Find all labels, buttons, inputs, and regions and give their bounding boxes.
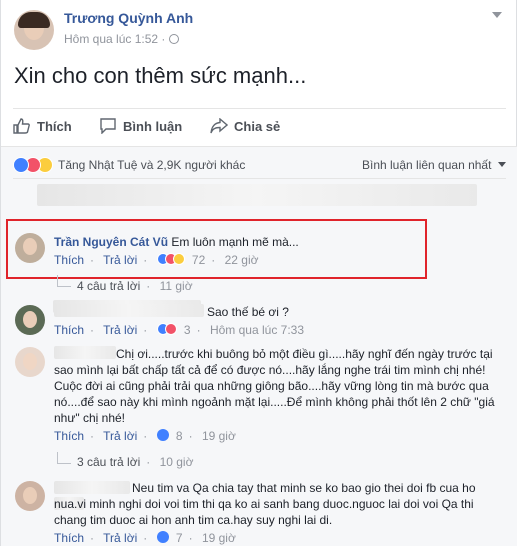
blurred-name — [54, 346, 116, 359]
blurred-name — [54, 304, 204, 317]
post-text: Xin cho con thêm sức mạnh... — [14, 63, 307, 88]
comment-time[interactable]: 19 giờ — [202, 531, 236, 545]
comment-line: sao mình lại bất chấp tất cả để có được … — [54, 363, 486, 377]
view-replies-link[interactable]: 4 câu trả lời · 11 giờ — [77, 279, 199, 293]
post-author[interactable]: Trương Quỳnh Anh — [64, 10, 193, 26]
comment-text: Em luôn mạnh mẽ mà... — [171, 235, 299, 249]
reaction-count[interactable]: 3 — [184, 323, 191, 337]
blurred-name — [54, 481, 130, 494]
comment-line: Chị ơi.....trước khi buông bỏ một điều g… — [116, 347, 493, 361]
comment-time[interactable]: Hôm qua lúc 7:33 — [210, 323, 304, 337]
comment-meta: Thích · Trả lời · 72 · 22 giờ — [54, 253, 259, 267]
comment-reply-link[interactable]: Trả lời — [103, 323, 137, 337]
chevron-down-icon[interactable] — [492, 12, 502, 18]
comment-line: nua.vi minh nghi doi voi tim thi qa ko a… — [54, 497, 474, 511]
comment-reply-link[interactable]: Trả lời — [103, 531, 137, 545]
post-timestamp[interactable]: Hôm qua lúc 1:52 · — [64, 32, 179, 46]
commenter-avatar[interactable] — [15, 347, 45, 377]
comment-like-link[interactable]: Thích — [54, 429, 84, 443]
comment-time[interactable]: 19 giờ — [202, 429, 236, 443]
blurred-comment — [37, 184, 477, 206]
reaction-count[interactable]: 8 — [176, 429, 183, 443]
time-separator: · — [161, 32, 166, 46]
reply-connector — [57, 275, 71, 287]
comment-author[interactable]: Trần Nguyên Cát Vũ — [54, 235, 168, 249]
comment-line: chang tim duoc ai hon anh tim ca.hay suy… — [54, 513, 333, 527]
replies-count: 4 câu trả lời — [77, 279, 141, 293]
view-replies-link[interactable]: 3 câu trả lời · 10 giờ — [77, 455, 199, 469]
reaction-count[interactable]: 72 — [192, 253, 205, 267]
thumbs-up-icon — [13, 118, 31, 134]
love-reaction-icon — [164, 323, 177, 335]
reaction-count[interactable]: 7 — [176, 531, 183, 545]
commenter-avatar[interactable] — [15, 481, 45, 511]
comment-reactions[interactable] — [156, 323, 179, 335]
comment-text: Sao thế bé ơi ? — [207, 305, 289, 319]
replies-count: 3 câu trả lời — [77, 455, 141, 469]
share-label: Chia sẻ — [234, 119, 281, 134]
reply-connector — [57, 452, 71, 464]
comment-line: nó....để sao này khi mình ngoảnh mặt lại… — [54, 395, 495, 409]
comment-time[interactable]: 22 giờ — [225, 253, 259, 267]
comment-meta: Thích · Trả lời · 3 · Hôm qua lúc 7:33 — [54, 323, 305, 337]
comment-meta: Thích · Trả lời · 7 · 19 giờ — [54, 531, 236, 545]
commenter-avatar[interactable] — [15, 305, 45, 335]
post-card: Trương Quỳnh Anh Hôm qua lúc 1:52 · Xin … — [0, 0, 517, 546]
sort-label: Bình luận liên quan nhất — [362, 158, 492, 172]
globe-icon — [168, 34, 179, 44]
wow-reaction-icon — [172, 253, 185, 265]
like-reaction-icon[interactable] — [156, 429, 169, 441]
caret-down-icon — [497, 162, 506, 167]
comment-like-link[interactable]: Thích — [54, 253, 84, 267]
like-label: Thích — [37, 119, 72, 134]
like-reaction-icon — [13, 157, 29, 173]
comment-meta: Thích · Trả lời · 8 · 19 giờ — [54, 429, 236, 443]
comment-line: như" chị nhé! — [54, 411, 126, 425]
comment-line: Neu tim va Qa chia tay that minh se ko b… — [132, 481, 476, 495]
comment-like-link[interactable]: Thích — [54, 531, 84, 545]
post-time[interactable]: Hôm qua lúc 1:52 — [64, 32, 158, 46]
comment-body: Trần Nguyên Cát Vũ Em luôn mạnh mẽ mà... — [54, 234, 299, 250]
comment-reply-link[interactable]: Trả lời — [103, 429, 137, 443]
reactions-summary[interactable]: Tăng Nhật Tuệ và 2,9K người khác — [58, 158, 245, 172]
comment-label: Bình luận — [123, 119, 183, 134]
replies-time: 10 giờ — [159, 455, 194, 469]
comment-reply-link[interactable]: Trả lời — [103, 253, 137, 267]
replies-time: 11 giờ — [159, 279, 193, 293]
speech-bubble-icon — [99, 118, 117, 135]
comment-sort-dropdown[interactable]: Bình luận liên quan nhất — [362, 158, 506, 172]
comment-line: Cuộc đời ai cũng phải trải qua những giô… — [54, 379, 489, 393]
divider — [13, 178, 506, 179]
commenter-avatar[interactable] — [15, 233, 45, 263]
comment-like-link[interactable]: Thích — [54, 323, 84, 337]
divider — [13, 108, 506, 109]
author-avatar[interactable] — [14, 10, 54, 50]
comment-reactions[interactable] — [156, 253, 187, 265]
like-reaction-icon[interactable] — [156, 531, 169, 543]
share-arrow-icon — [210, 117, 229, 134]
